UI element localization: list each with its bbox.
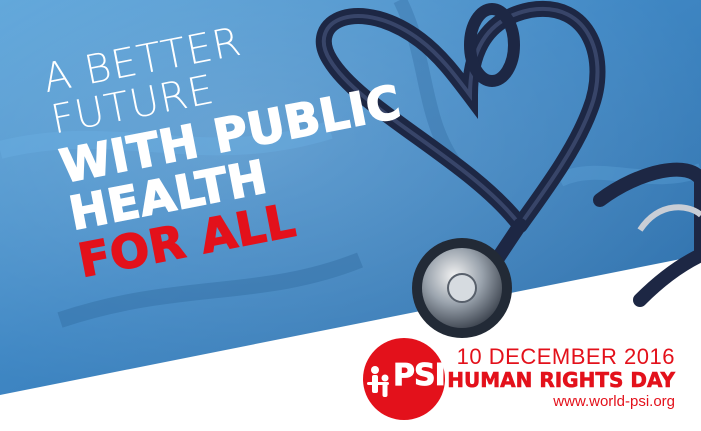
website-link[interactable]: www.world-psi.org: [447, 392, 675, 412]
event-date: 10 DECEMBER 2016: [456, 344, 675, 369]
psi-logo: PSI: [363, 338, 447, 420]
event-title: HUMAN RIGHTS DAY: [447, 368, 675, 393]
logo-text: PSI: [393, 358, 447, 394]
campaign-banner: A BETTER FUTURE WITH PUBLIC HEALTH FOR A…: [0, 0, 701, 431]
event-info: 10 DECEMBER 2016 HUMAN RIGHTS DAY www.wo…: [447, 344, 675, 412]
